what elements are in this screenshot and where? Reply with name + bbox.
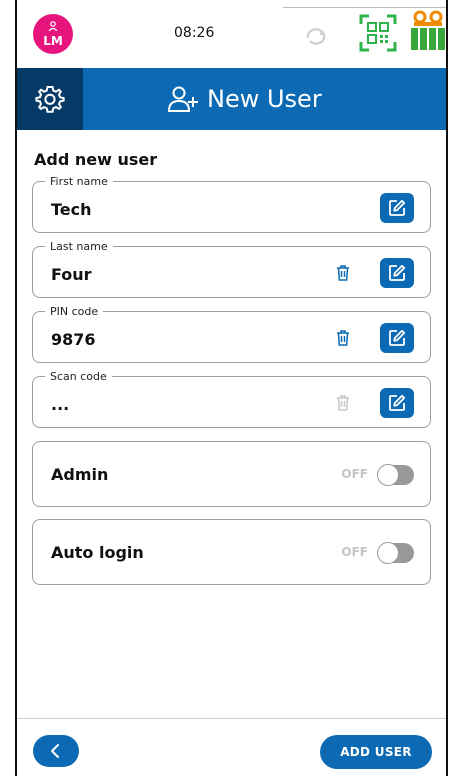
trash-icon[interactable] xyxy=(336,265,350,281)
toggle-label: Auto login xyxy=(51,543,144,562)
auto-login-toggle-row: Auto login OFF xyxy=(32,519,431,585)
avatar-initials: LM xyxy=(43,34,63,48)
status-bar: LM 08:26 xyxy=(17,0,446,68)
pin-code-field[interactable]: PIN code 9876 xyxy=(32,306,431,363)
qr-code-icon[interactable] xyxy=(359,14,397,52)
first-name-field[interactable]: First name Tech xyxy=(32,176,431,233)
gear-icon xyxy=(35,86,65,113)
page-header: New User xyxy=(17,68,446,130)
switch-knob xyxy=(377,464,399,486)
edit-icon xyxy=(389,329,406,346)
toggle-state: OFF xyxy=(341,545,368,559)
edit-button[interactable] xyxy=(380,323,414,353)
edit-icon xyxy=(389,394,406,411)
page-title-text: New User xyxy=(207,85,322,113)
scan-code-field[interactable]: Scan code ... xyxy=(32,371,431,428)
field-value: Four xyxy=(51,265,92,284)
field-label: First name xyxy=(45,176,113,188)
edit-button[interactable] xyxy=(380,258,414,288)
add-user-button[interactable]: ADD USER xyxy=(320,735,432,769)
back-chevron-icon xyxy=(51,744,59,758)
section-title: Add new user xyxy=(34,150,158,169)
form-content: Add new user First name Tech Last name F… xyxy=(17,130,446,585)
edit-icon xyxy=(389,264,406,281)
last-name-field[interactable]: Last name Four xyxy=(32,241,431,298)
admin-switch[interactable] xyxy=(377,464,414,486)
battery-icon xyxy=(411,10,445,50)
toggle-state: OFF xyxy=(341,467,368,481)
sync-icon xyxy=(306,28,326,45)
field-label: PIN code xyxy=(45,306,104,318)
field-label: Scan code xyxy=(45,371,112,383)
clock: 08:26 xyxy=(174,25,215,41)
field-value: 9876 xyxy=(51,330,96,349)
edit-button[interactable] xyxy=(380,193,414,223)
page-title: New User xyxy=(167,85,322,113)
edit-icon xyxy=(389,199,406,216)
trash-icon-disabled xyxy=(337,395,349,411)
bottom-bar: ADD USER xyxy=(17,718,446,776)
field-value: ... xyxy=(51,395,70,414)
edit-button[interactable] xyxy=(380,388,414,418)
settings-button[interactable] xyxy=(17,68,83,130)
field-label: Last name xyxy=(45,241,113,253)
trash-icon[interactable] xyxy=(336,330,350,346)
add-user-icon xyxy=(167,86,198,112)
admin-toggle-row: Admin OFF xyxy=(32,441,431,507)
avatar[interactable]: LM xyxy=(33,14,73,54)
divider xyxy=(283,7,446,8)
user-icon xyxy=(48,21,58,34)
auto-login-switch[interactable] xyxy=(377,542,414,564)
app-frame: LM 08:26 New User Add new user First nam… xyxy=(15,0,448,776)
back-button[interactable] xyxy=(33,735,79,767)
toggle-label: Admin xyxy=(51,465,109,484)
field-value: Tech xyxy=(51,200,92,219)
switch-knob xyxy=(377,542,399,564)
